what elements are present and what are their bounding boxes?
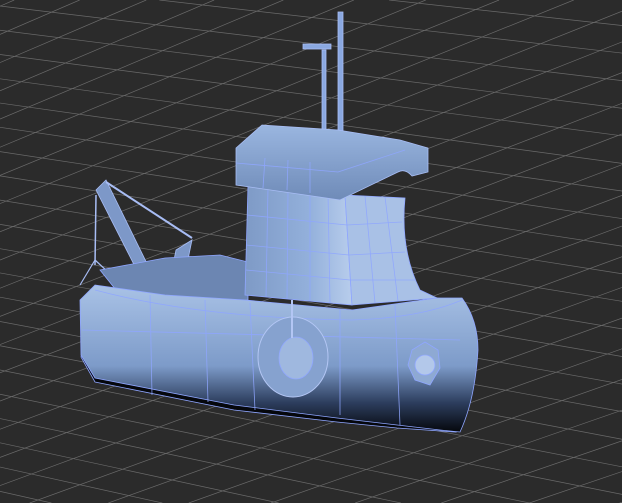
cabin-side	[344, 194, 439, 306]
mast	[302, 11, 344, 133]
3d-viewport[interactable]	[0, 0, 622, 503]
cabin-front	[244, 184, 353, 306]
tugboat-model[interactable]	[0, 0, 622, 503]
